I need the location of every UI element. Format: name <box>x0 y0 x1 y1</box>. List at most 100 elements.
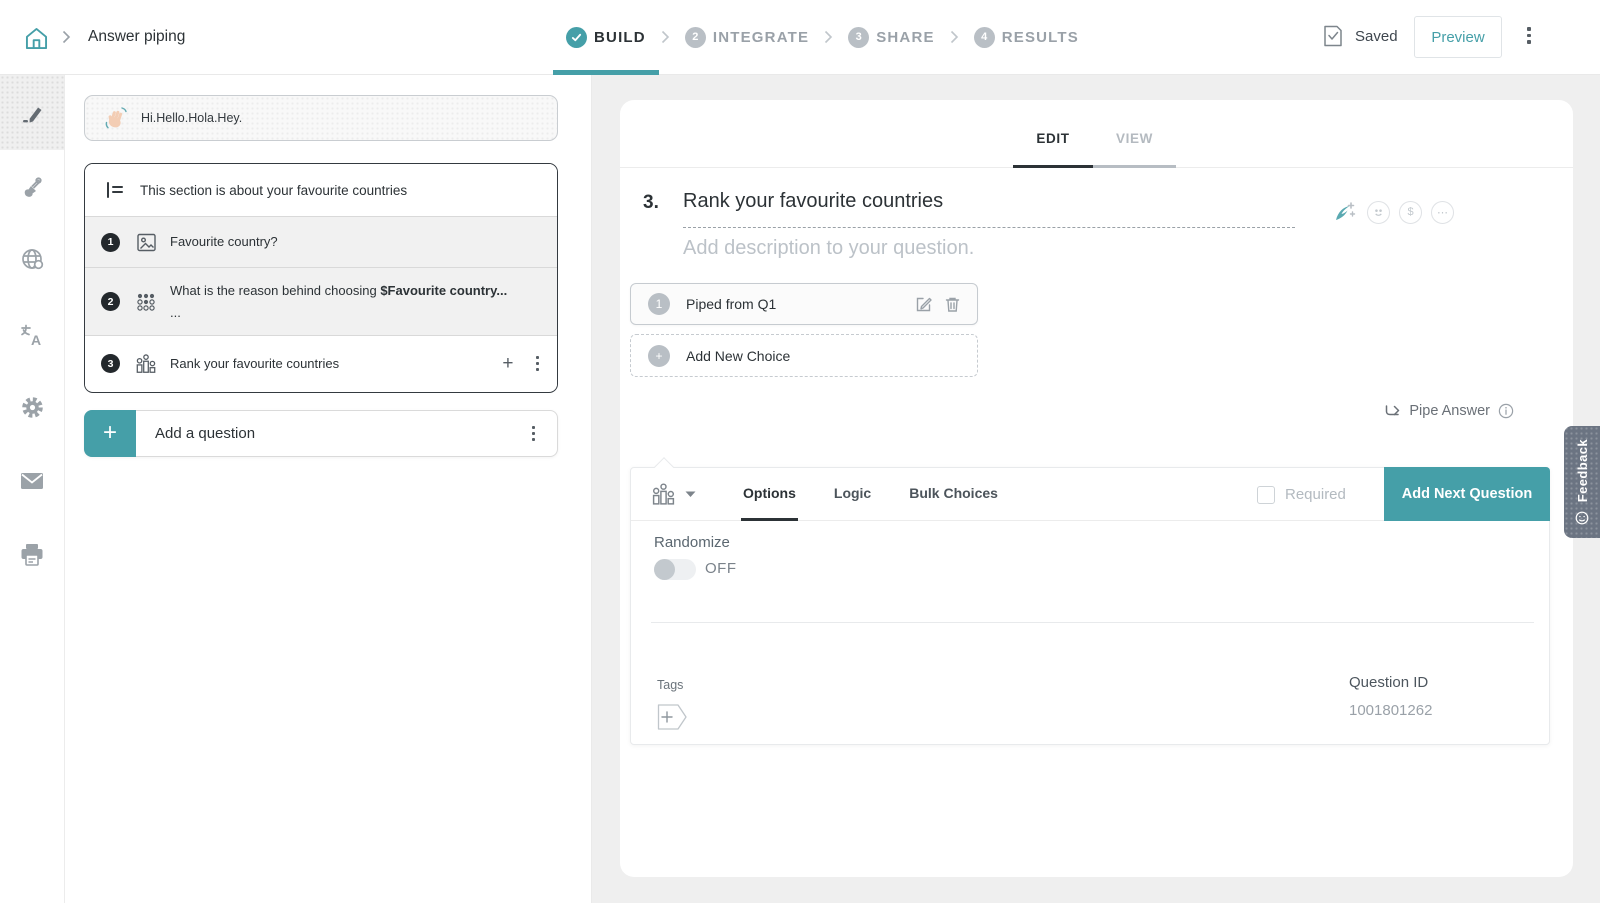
delete-choice-icon[interactable] <box>944 295 961 314</box>
add-tag-button[interactable] <box>657 703 691 731</box>
rank-icon <box>135 353 157 375</box>
add-question-after-icon[interactable]: + <box>502 354 513 373</box>
question-description-placeholder[interactable]: Add description to your question. <box>683 237 974 260</box>
rail-item-translate[interactable]: A <box>0 298 64 372</box>
choice-grid-icon <box>135 291 157 313</box>
question-title-underline <box>683 202 1295 228</box>
edit-view-tabbar: EDIT VIEW <box>620 100 1573 168</box>
home-button[interactable] <box>18 20 54 56</box>
rail-item-build-editor[interactable] <box>0 75 64 150</box>
question-row-1[interactable]: 1 Favourite country? <box>85 216 557 267</box>
add-next-question-button[interactable]: Add Next Question <box>1384 467 1550 521</box>
welcome-message-card[interactable]: Hi.Hello.Hola.Hey. <box>84 95 558 141</box>
toggle-knob <box>654 559 675 580</box>
more-options-icon[interactable]: ⋯ <box>1431 201 1454 224</box>
plus-circle-icon: + <box>648 345 670 367</box>
required-checkbox[interactable] <box>1257 486 1275 504</box>
active-step-underline <box>553 70 659 75</box>
rail-item-email[interactable] <box>0 444 64 518</box>
step-results[interactable]: 4 RESULTS <box>974 27 1079 48</box>
pipe-arrow-icon <box>1384 404 1401 419</box>
tags-label: Tags <box>657 678 683 692</box>
rank-icon <box>651 482 676 507</box>
randomize-toggle[interactable] <box>654 559 696 580</box>
printer-icon <box>18 542 46 568</box>
wave-hand-icon <box>103 105 129 131</box>
step-integrate[interactable]: 2 INTEGRATE <box>685 27 809 48</box>
rail-item-print[interactable] <box>0 518 64 592</box>
panel-divider <box>651 622 1534 623</box>
question-number-badge: 1 <box>101 233 120 252</box>
step-label: RESULTS <box>1002 29 1079 46</box>
step-number-badge: 3 <box>848 27 869 48</box>
breadcrumb-chevron-icon <box>62 30 71 44</box>
question-number: 3. <box>643 192 659 214</box>
pencil-icon <box>19 100 45 126</box>
save-icon <box>1322 24 1344 48</box>
info-icon[interactable] <box>1498 403 1514 419</box>
translate-icon: A <box>18 321 46 349</box>
check-circle-icon <box>566 27 587 48</box>
add-new-choice-button[interactable]: + Add New Choice <box>630 334 978 377</box>
question-toolbar: $ ⋯ <box>1330 198 1454 226</box>
feedback-tab[interactable]: Feedback <box>1564 426 1600 538</box>
rail-item-design[interactable] <box>0 150 64 224</box>
rail-item-global-settings[interactable] <box>0 222 64 296</box>
add-question-label: Add a question <box>155 425 255 442</box>
edit-choice-icon[interactable] <box>914 295 933 314</box>
emoji-icon[interactable] <box>1367 201 1390 224</box>
step-number-badge: 4 <box>974 27 995 48</box>
step-build[interactable]: BUILD <box>566 27 646 48</box>
tool-rail: A <box>0 75 65 903</box>
brush-icon <box>19 174 45 200</box>
tab-logic[interactable]: Logic <box>832 468 873 521</box>
save-status: Saved <box>1322 24 1398 48</box>
choice-item[interactable]: 1 Piped from Q1 <box>630 283 978 325</box>
step-share[interactable]: 3 SHARE <box>848 27 935 48</box>
question-id-label: Question ID <box>1349 674 1428 691</box>
question-text: Rank your favourite countries <box>170 353 339 374</box>
pipe-answer-link[interactable]: Pipe Answer <box>1384 403 1514 419</box>
tab-bulk-choices[interactable]: Bulk Choices <box>907 468 1000 521</box>
tab-options[interactable]: Options <box>741 468 798 521</box>
ai-feather-icon[interactable] <box>1330 198 1358 226</box>
question-editor-card: EDIT VIEW 3. Rank your favourite countri… <box>620 100 1573 877</box>
section-card: This section is about your favourite cou… <box>84 163 558 393</box>
globe-icon <box>19 246 46 273</box>
caret-down-icon <box>685 491 696 498</box>
section-title: This section is about your favourite cou… <box>140 183 407 198</box>
question-number-badge: 3 <box>101 354 120 373</box>
question-row-2[interactable]: 2 What is the reason behind choosing $Fa… <box>85 267 557 335</box>
add-question-kebab-icon[interactable] <box>532 426 536 442</box>
breadcrumb-title[interactable]: Answer piping <box>88 28 185 46</box>
top-header: Answer piping BUILD 2 INTEGRATE 3 SHARE … <box>0 0 1600 75</box>
options-tabbar: Options Logic Bulk Choices <box>741 468 1000 521</box>
header-kebab-menu-icon[interactable] <box>1524 27 1534 44</box>
question-row-3[interactable]: 3 Rank your favourite countries + <box>85 335 557 391</box>
feedback-smiley-icon <box>1575 511 1589 525</box>
question-list-panel: Hi.Hello.Hola.Hey. This section is about… <box>65 75 592 903</box>
choice-number-badge: 1 <box>648 293 670 315</box>
feedback-label: Feedback <box>1575 439 1590 502</box>
randomize-label: Randomize <box>654 534 730 551</box>
picture-choice-icon <box>135 232 157 253</box>
add-new-choice-label: Add New Choice <box>686 348 790 364</box>
welcome-text: Hi.Hello.Hola.Hey. <box>141 111 242 125</box>
step-chevron-icon <box>950 30 959 44</box>
section-header[interactable]: This section is about your favourite cou… <box>85 164 557 216</box>
currency-icon[interactable]: $ <box>1399 201 1422 224</box>
step-label: INTEGRATE <box>713 29 809 46</box>
question-options-panel: Options Logic Bulk Choices Required Add … <box>630 467 1550 745</box>
randomize-state: OFF <box>705 560 737 577</box>
question-kebab-menu-icon[interactable] <box>536 356 540 372</box>
home-icon <box>23 25 50 52</box>
tab-view[interactable]: VIEW <box>1093 100 1176 168</box>
question-text: What is the reason behind choosing $Favo… <box>170 280 507 323</box>
add-question-button[interactable]: + Add a question <box>84 410 558 457</box>
wizard-steps: BUILD 2 INTEGRATE 3 SHARE 4 RESULTS <box>566 0 1079 74</box>
tab-edit[interactable]: EDIT <box>1013 100 1093 168</box>
preview-button[interactable]: Preview <box>1414 16 1502 58</box>
options-panel-header: Options Logic Bulk Choices Required Add … <box>631 468 1549 521</box>
rail-item-settings[interactable] <box>0 370 64 444</box>
question-type-selector[interactable] <box>651 468 696 521</box>
